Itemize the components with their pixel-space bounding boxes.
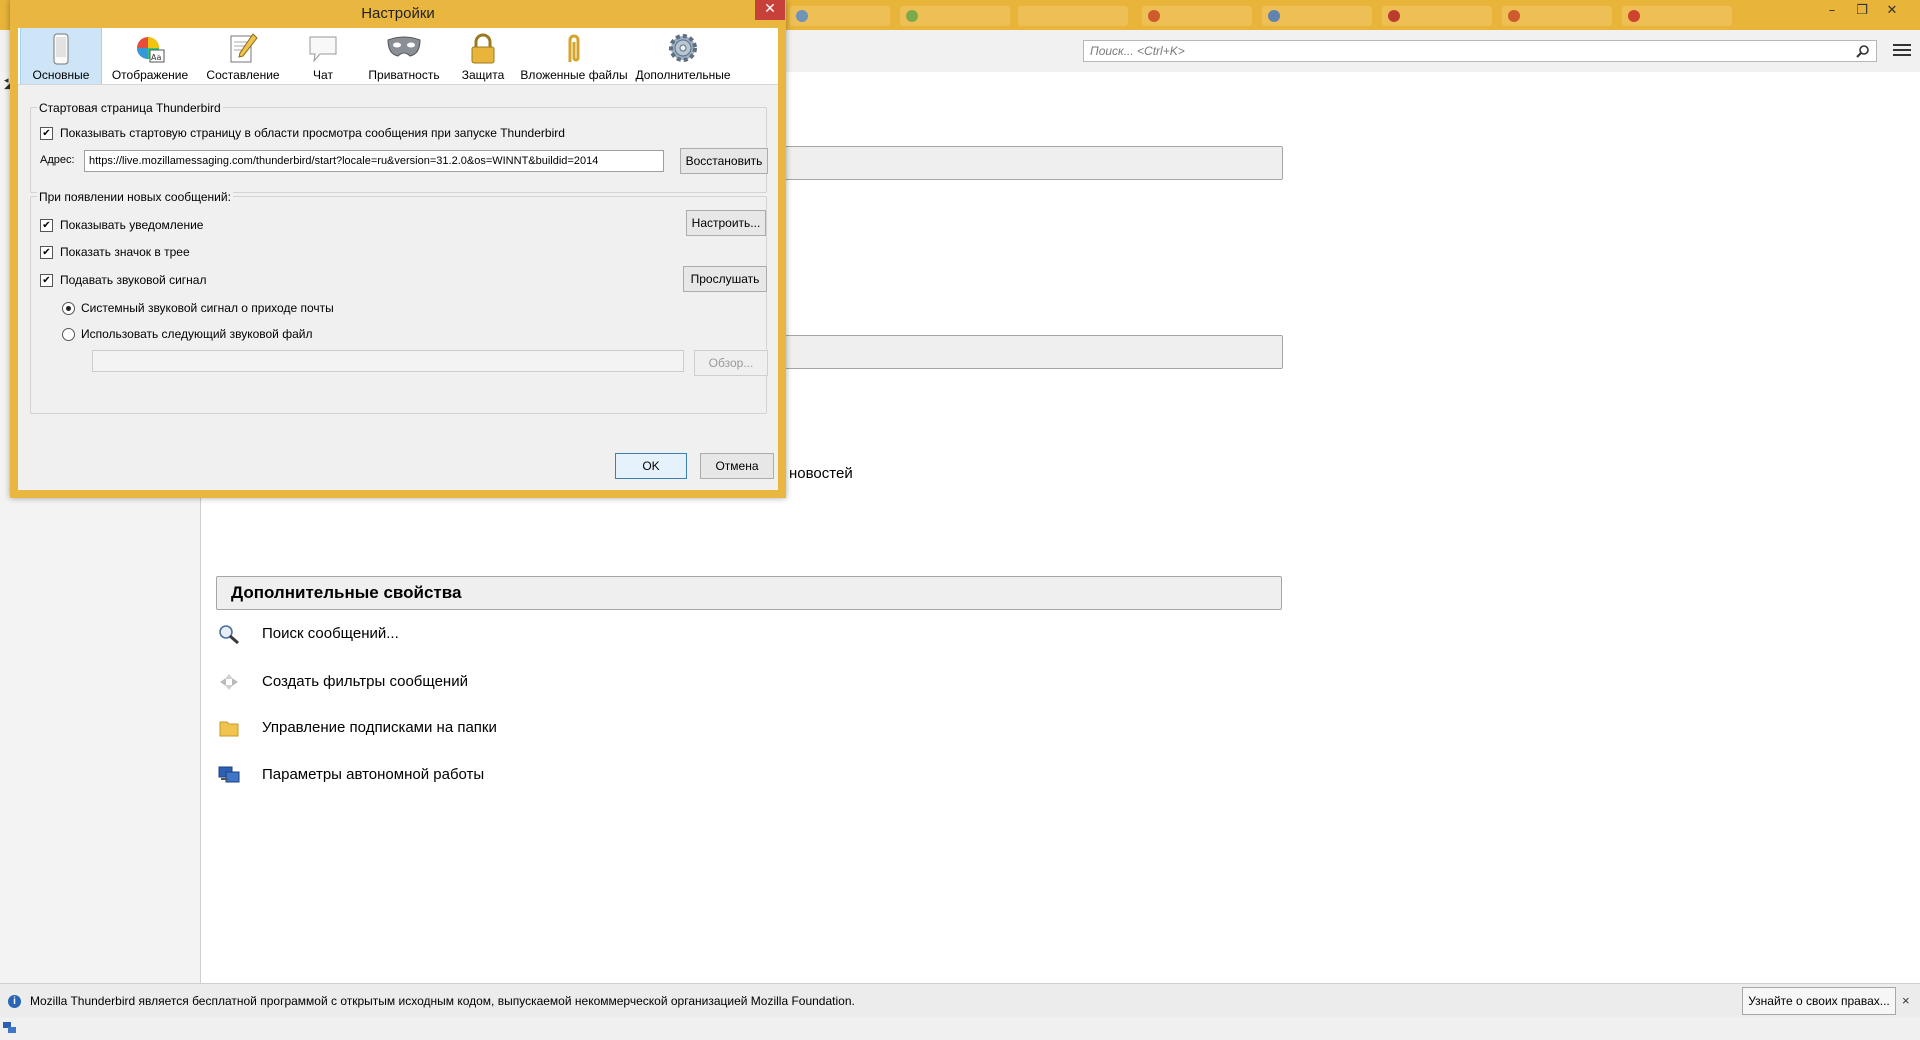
cancel-button[interactable]: Отмена bbox=[700, 453, 774, 479]
tab-advanced[interactable]: Дополнительные bbox=[632, 28, 734, 84]
radio-dot bbox=[62, 328, 75, 341]
tab-label: Защита bbox=[461, 68, 505, 82]
checkbox-box: ✔ bbox=[40, 274, 53, 287]
checkbox-label: Подавать звуковой сигнал bbox=[60, 273, 207, 287]
tab-chat[interactable]: Чат bbox=[288, 28, 358, 84]
compose-icon bbox=[230, 33, 258, 63]
newmail-group-label: При появлении новых сообщений: bbox=[37, 190, 233, 204]
status-bar bbox=[0, 1017, 1920, 1040]
checkbox-box: ✔ bbox=[40, 246, 53, 259]
tab-privacy[interactable]: Приватность bbox=[360, 28, 448, 84]
advanced-features-title: Дополнительные свойства bbox=[231, 583, 462, 602]
search-icon[interactable] bbox=[1856, 44, 1870, 58]
tab-compose[interactable]: Составление bbox=[200, 28, 286, 84]
notification-close-icon[interactable]: × bbox=[1902, 993, 1910, 1008]
chat-icon bbox=[309, 36, 337, 63]
dialog-title: Настройки bbox=[361, 5, 435, 22]
action-label: Управление подписками на папки bbox=[262, 719, 497, 736]
magnifier-icon bbox=[219, 625, 239, 644]
action-label: Создать фильтры сообщений bbox=[262, 673, 468, 690]
checkbox-box: ✔ bbox=[40, 219, 53, 232]
tab-9[interactable] bbox=[1502, 6, 1612, 26]
section-text-news: новостей bbox=[789, 465, 853, 482]
radio-label: Использовать следующий звуковой файл bbox=[81, 327, 313, 341]
tab-display[interactable]: Aa Отображение bbox=[102, 28, 198, 84]
configure-alert-button[interactable]: Настроить... bbox=[686, 210, 766, 236]
minimize-icon[interactable]: – bbox=[1818, 2, 1846, 20]
folder-icon bbox=[219, 721, 239, 737]
pref-tabs: Основные Aa Отображение Составление Чат … bbox=[18, 28, 778, 85]
tab-general[interactable]: Основные bbox=[20, 28, 102, 84]
settings-dialog: Настройки ✕ Основные Aa Отображение Сост… bbox=[10, 0, 786, 498]
tab-10[interactable] bbox=[1622, 6, 1732, 26]
dialog-close-icon[interactable]: ✕ bbox=[755, 0, 785, 20]
startpage-address-input[interactable]: https://live.mozillamessaging.com/thunde… bbox=[84, 150, 664, 172]
tab-label: Отображение bbox=[111, 68, 189, 82]
svg-text:Aa: Aa bbox=[151, 53, 161, 62]
tab-label: Вложенные файлы bbox=[520, 68, 628, 82]
filter-arrows-icon bbox=[220, 674, 238, 690]
paperclip-icon bbox=[568, 34, 580, 62]
tab-label: Составление bbox=[206, 68, 280, 82]
know-your-rights-button[interactable]: Узнайте о своих правах... bbox=[1742, 987, 1896, 1015]
tab-label: Дополнительные bbox=[635, 68, 731, 82]
radio-dot bbox=[62, 302, 75, 315]
gear-icon bbox=[669, 34, 697, 62]
ok-button[interactable]: OK bbox=[615, 453, 687, 479]
tab-label: Приватность bbox=[368, 68, 440, 82]
tab-7[interactable] bbox=[1262, 6, 1372, 26]
action-label: Поиск сообщений... bbox=[262, 625, 399, 642]
checkbox-box: ✔ bbox=[40, 127, 53, 140]
privacy-mask-icon bbox=[387, 36, 421, 57]
dialog-body: Основные Aa Отображение Составление Чат … bbox=[18, 28, 778, 490]
tab-5[interactable] bbox=[1018, 6, 1128, 26]
app-menu-icon[interactable] bbox=[1893, 42, 1911, 58]
window-close-icon[interactable]: ✕ bbox=[1878, 2, 1906, 20]
tab-attachments[interactable]: Вложенные файлы bbox=[518, 28, 630, 84]
action-label: Параметры автономной работы bbox=[262, 766, 485, 783]
restore-icon[interactable]: ❐ bbox=[1848, 2, 1876, 20]
notification-bar: i Mozilla Thunderbird является бесплатно… bbox=[0, 983, 1920, 1018]
listen-button[interactable]: Прослушать bbox=[683, 266, 767, 292]
address-label: Адрес: bbox=[40, 154, 75, 166]
restore-default-button[interactable]: Восстановить bbox=[680, 148, 768, 174]
lock-icon bbox=[471, 33, 495, 64]
sound-file-input[interactable] bbox=[92, 350, 684, 372]
checkbox-label: Показать значок в трее bbox=[60, 245, 190, 259]
tab-3[interactable] bbox=[790, 6, 890, 26]
general-icon bbox=[53, 33, 69, 65]
search-placeholder: Поиск... <Ctrl+K> bbox=[1090, 44, 1185, 58]
checkbox-label: Показывать уведомление bbox=[60, 218, 204, 232]
tab-label: Чат bbox=[313, 68, 333, 82]
online-status-icon[interactable] bbox=[3, 1021, 17, 1035]
notification-text: Mozilla Thunderbird является бесплатной … bbox=[30, 994, 855, 1008]
display-icon: Aa bbox=[137, 37, 165, 63]
tab-label: Основные bbox=[32, 68, 90, 82]
tab-6[interactable] bbox=[1142, 6, 1252, 26]
offline-computer-icon bbox=[218, 766, 240, 783]
tab-4[interactable] bbox=[900, 6, 1010, 26]
search-input[interactable]: Поиск... <Ctrl+K> bbox=[1083, 40, 1877, 62]
advanced-features-heading: Дополнительные свойства bbox=[216, 576, 1282, 610]
tab-security[interactable]: Защита bbox=[450, 28, 516, 84]
checkbox-label: Показывать стартовую страницу в области … bbox=[60, 126, 565, 140]
info-icon: i bbox=[8, 995, 21, 1008]
startpage-group-label: Стартовая страница Thunderbird bbox=[37, 101, 223, 115]
radio-label: Системный звуковой сигнал о приходе почт… bbox=[81, 301, 334, 315]
tab-8[interactable] bbox=[1382, 6, 1492, 26]
browse-button[interactable]: Обзор... bbox=[694, 350, 768, 376]
